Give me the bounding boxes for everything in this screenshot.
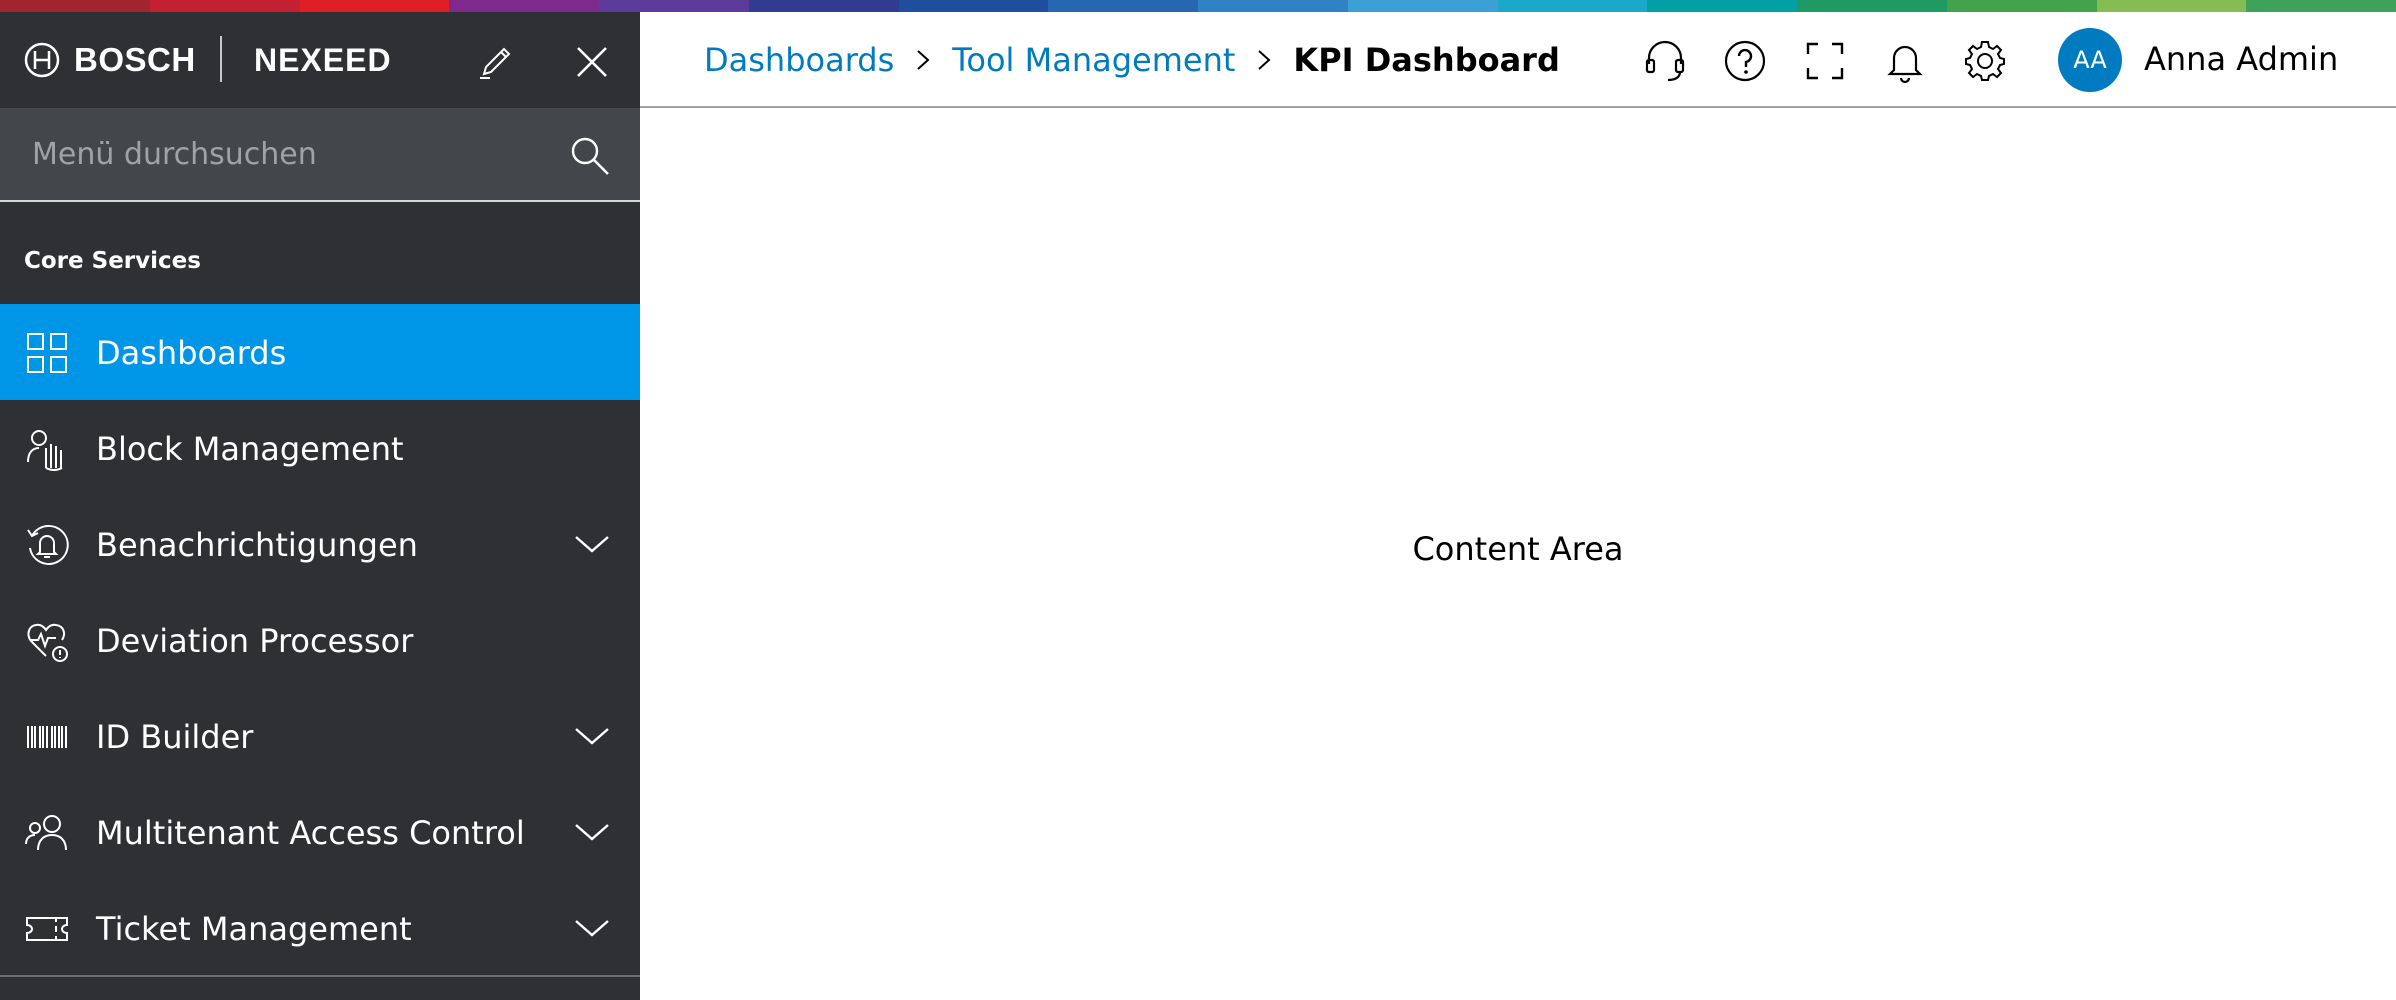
sidebar-item-ticket-management[interactable]: Ticket Management (0, 880, 640, 976)
breadcrumb-link-tool-management[interactable]: Tool Management (952, 41, 1235, 79)
sidebar-item-block-management[interactable]: Block Management (0, 400, 640, 496)
stripe-segment (299, 0, 450, 12)
bosch-logo-icon (24, 42, 60, 78)
user-name[interactable]: Anna Admin (2144, 40, 2338, 78)
stripe-segment (898, 0, 1049, 12)
chevron-right-icon (917, 50, 930, 70)
edit-pencil-icon[interactable] (474, 40, 518, 84)
stripe-segment (449, 0, 599, 12)
search-icon[interactable] (568, 134, 612, 178)
stripe-segment (1946, 0, 2097, 12)
sidebar-item-label: Deviation Processor (96, 622, 414, 660)
headset-icon[interactable] (1642, 38, 1688, 84)
chevron-right-icon (1258, 50, 1271, 70)
users-icon (25, 815, 67, 851)
stripe-segment (2246, 0, 2396, 12)
stripe-segment (1497, 0, 1648, 12)
stripe-segment (2096, 0, 2247, 12)
stripe-segment (149, 0, 300, 12)
user-avatar[interactable]: AA (2058, 28, 2122, 92)
hand-stop-icon (27, 430, 63, 471)
chevron-down-icon[interactable] (570, 720, 614, 752)
sidebar-item-id-builder[interactable]: ID Builder (0, 688, 640, 784)
sidebar: BOSCH NEXEED Core Services Dashboards (0, 12, 640, 1000)
stripe-segment (0, 0, 150, 12)
breadcrumb-link-dashboards[interactable]: Dashboards (704, 41, 894, 79)
fullscreen-icon[interactable] (1802, 38, 1848, 84)
stripe-segment (1198, 0, 1348, 12)
close-sidebar-icon[interactable] (570, 40, 614, 84)
dashboard-grid-icon (27, 333, 67, 373)
sidebar-item-label: Dashboards (96, 334, 287, 372)
top-header: Dashboards Tool Management KPI Dashboard… (640, 12, 2396, 108)
breadcrumb-current-page: KPI Dashboard (1293, 41, 1560, 79)
sidebar-item-label: Multitenant Access Control (96, 814, 525, 852)
stripe-segment (1347, 0, 1498, 12)
section-title-core-services: Core Services (24, 248, 201, 274)
help-icon[interactable] (1722, 38, 1768, 84)
ticket-icon (26, 917, 68, 941)
bosch-wordmark: BOSCH (74, 41, 196, 78)
stripe-segment (1048, 0, 1198, 12)
sidebar-item-deviation-processor[interactable]: Deviation Processor (0, 592, 640, 688)
chevron-down-icon[interactable] (570, 816, 614, 848)
sidebar-item-dashboards[interactable]: Dashboards (0, 304, 640, 400)
stripe-segment (599, 0, 749, 12)
brand-bar: BOSCH NEXEED (0, 12, 640, 108)
menu-search-box (0, 108, 640, 202)
content-area: Content Area (640, 110, 2396, 1000)
sidebar-item-multitenant-access-control[interactable]: Multitenant Access Control (0, 784, 640, 880)
chevron-down-icon[interactable] (570, 528, 614, 560)
settings-gear-icon[interactable] (1962, 38, 2008, 84)
sidebar-item-label: Block Management (96, 430, 404, 468)
nexeed-wordmark: NEXEED (254, 42, 392, 78)
sidebar-item-label: ID Builder (96, 718, 254, 756)
breadcrumb: Dashboards Tool Management KPI Dashboard (704, 38, 1560, 82)
content-area-label: Content Area (1412, 530, 1624, 568)
brand-divider (220, 36, 222, 82)
stripe-segment (1647, 0, 1797, 12)
chevron-down-icon[interactable] (570, 912, 614, 944)
brand-color-stripe (0, 0, 2396, 12)
sidebar-divider (0, 975, 640, 977)
sidebar-item-benachrichtigungen[interactable]: Benachrichtigungen (0, 496, 640, 592)
notification-bell-icon[interactable] (1882, 38, 1928, 84)
stripe-segment (1797, 0, 1947, 12)
sidebar-item-label: Benachrichtigungen (96, 526, 418, 564)
barcode-icon (27, 726, 67, 748)
menu-search-input[interactable] (0, 108, 550, 200)
heart-pulse-icon (27, 623, 68, 662)
sidebar-item-label: Ticket Management (96, 910, 412, 948)
stripe-segment (748, 0, 899, 12)
bell-cycle-icon (27, 524, 69, 565)
